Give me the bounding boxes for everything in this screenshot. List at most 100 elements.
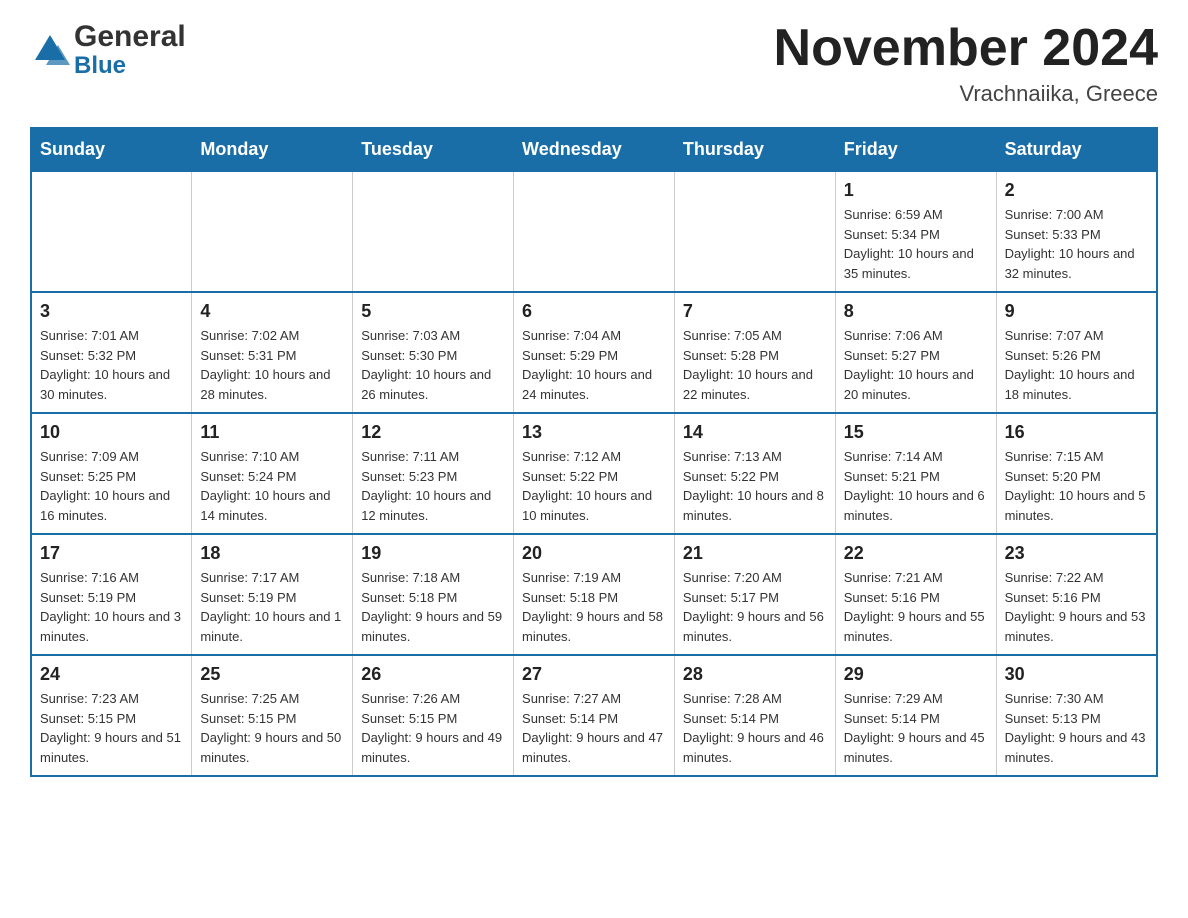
calendar-cell: 26 Sunrise: 7:26 AMSunset: 5:15 PMDayligh… bbox=[353, 655, 514, 776]
calendar-cell: 11Sunrise: 7:10 AMSunset: 5:24 PMDayligh… bbox=[192, 413, 353, 534]
calendar-cell: 16Sunrise: 7:15 AMSunset: 5:20 PMDayligh… bbox=[996, 413, 1157, 534]
day-number: 8 bbox=[844, 301, 988, 322]
day-info: Sunrise: 7:19 AMSunset: 5:18 PMDaylight:… bbox=[522, 568, 666, 646]
calendar-cell bbox=[514, 171, 675, 292]
day-info: Sunrise: 7:29 AMSunset: 5:14 PMDaylight:… bbox=[844, 689, 988, 767]
calendar-cell: 9 Sunrise: 7:07 AMSunset: 5:26 PMDaylight… bbox=[996, 292, 1157, 413]
calendar-cell bbox=[353, 171, 514, 292]
day-info: Sunrise: 7:01 AMSunset: 5:32 PMDaylight:… bbox=[40, 326, 183, 404]
day-info: Sunrise: 7:30 AMSunset: 5:13 PMDaylight:… bbox=[1005, 689, 1148, 767]
day-number: 2 bbox=[1005, 180, 1148, 201]
day-info: Sunrise: 7:04 AMSunset: 5:29 PMDaylight:… bbox=[522, 326, 666, 404]
calendar-cell: 7Sunrise: 7:05 AMSunset: 5:28 PMDaylight… bbox=[674, 292, 835, 413]
calendar-header-row: SundayMondayTuesdayWednesdayThursdayFrid… bbox=[31, 128, 1157, 171]
day-number: 19 bbox=[361, 543, 505, 564]
day-info: Sunrise: 7:21 AMSunset: 5:16 PMDaylight:… bbox=[844, 568, 988, 646]
day-info: Sunrise: 7:27 AMSunset: 5:14 PMDaylight:… bbox=[522, 689, 666, 767]
logo-general-text: General bbox=[74, 20, 186, 53]
calendar-day-header: Friday bbox=[835, 128, 996, 171]
logo: General Blue bbox=[30, 20, 186, 79]
day-info: Sunrise: 7:12 AMSunset: 5:22 PMDaylight:… bbox=[522, 447, 666, 525]
day-info: Sunrise: 7:22 AMSunset: 5:16 PMDaylight:… bbox=[1005, 568, 1148, 646]
day-number: 15 bbox=[844, 422, 988, 443]
day-info: Sunrise: 7:09 AMSunset: 5:25 PMDaylight:… bbox=[40, 447, 183, 525]
calendar-cell: 6Sunrise: 7:04 AMSunset: 5:29 PMDaylight… bbox=[514, 292, 675, 413]
calendar-week-row: 1Sunrise: 6:59 AMSunset: 5:34 PMDaylight… bbox=[31, 171, 1157, 292]
day-info: Sunrise: 7:18 AMSunset: 5:18 PMDaylight:… bbox=[361, 568, 505, 646]
day-info: Sunrise: 7:20 AMSunset: 5:17 PMDaylight:… bbox=[683, 568, 827, 646]
day-number: 10 bbox=[40, 422, 183, 443]
calendar-cell: 8 Sunrise: 7:06 AMSunset: 5:27 PMDaylight… bbox=[835, 292, 996, 413]
calendar-cell: 3 Sunrise: 7:01 AMSunset: 5:32 PMDaylight… bbox=[31, 292, 192, 413]
day-number: 20 bbox=[522, 543, 666, 564]
calendar-cell: 21 Sunrise: 7:20 AMSunset: 5:17 PMDayligh… bbox=[674, 534, 835, 655]
day-number: 24 bbox=[40, 664, 183, 685]
calendar-cell bbox=[31, 171, 192, 292]
page-header: General Blue November 2024 Vrachnaiika, … bbox=[30, 20, 1158, 107]
calendar-cell: 2 Sunrise: 7:00 AMSunset: 5:33 PMDaylight… bbox=[996, 171, 1157, 292]
calendar-cell: 28 Sunrise: 7:28 AMSunset: 5:14 PMDayligh… bbox=[674, 655, 835, 776]
day-number: 30 bbox=[1005, 664, 1148, 685]
calendar-cell: 5Sunrise: 7:03 AMSunset: 5:30 PMDaylight… bbox=[353, 292, 514, 413]
calendar-day-header: Sunday bbox=[31, 128, 192, 171]
calendar-cell: 24 Sunrise: 7:23 AMSunset: 5:15 PMDayligh… bbox=[31, 655, 192, 776]
calendar-cell bbox=[192, 171, 353, 292]
logo-icon bbox=[30, 30, 70, 70]
location: Vrachnaiika, Greece bbox=[774, 81, 1158, 107]
calendar-cell: 15 Sunrise: 7:14 AMSunset: 5:21 PMDayligh… bbox=[835, 413, 996, 534]
day-number: 9 bbox=[1005, 301, 1148, 322]
title-section: November 2024 Vrachnaiika, Greece bbox=[774, 20, 1158, 107]
calendar-cell: 27 Sunrise: 7:27 AMSunset: 5:14 PMDayligh… bbox=[514, 655, 675, 776]
calendar-cell: 10 Sunrise: 7:09 AMSunset: 5:25 PMDayligh… bbox=[31, 413, 192, 534]
calendar-cell: 25Sunrise: 7:25 AMSunset: 5:15 PMDayligh… bbox=[192, 655, 353, 776]
day-info: Sunrise: 7:07 AMSunset: 5:26 PMDaylight:… bbox=[1005, 326, 1148, 404]
calendar-day-header: Tuesday bbox=[353, 128, 514, 171]
day-number: 22 bbox=[844, 543, 988, 564]
day-number: 17 bbox=[40, 543, 183, 564]
calendar-cell: 23 Sunrise: 7:22 AMSunset: 5:16 PMDayligh… bbox=[996, 534, 1157, 655]
day-info: Sunrise: 7:06 AMSunset: 5:27 PMDaylight:… bbox=[844, 326, 988, 404]
calendar-cell: 30 Sunrise: 7:30 AMSunset: 5:13 PMDayligh… bbox=[996, 655, 1157, 776]
day-number: 28 bbox=[683, 664, 827, 685]
day-number: 23 bbox=[1005, 543, 1148, 564]
day-number: 11 bbox=[200, 422, 344, 443]
calendar-day-header: Monday bbox=[192, 128, 353, 171]
day-number: 4 bbox=[200, 301, 344, 322]
day-number: 21 bbox=[683, 543, 827, 564]
calendar-cell: 17 Sunrise: 7:16 AMSunset: 5:19 PMDayligh… bbox=[31, 534, 192, 655]
calendar-cell: 18 Sunrise: 7:17 AMSunset: 5:19 PMDayligh… bbox=[192, 534, 353, 655]
calendar-week-row: 10 Sunrise: 7:09 AMSunset: 5:25 PMDayligh… bbox=[31, 413, 1157, 534]
day-number: 26 bbox=[361, 664, 505, 685]
day-info: Sunrise: 7:00 AMSunset: 5:33 PMDaylight:… bbox=[1005, 205, 1148, 283]
day-info: Sunrise: 7:17 AMSunset: 5:19 PMDaylight:… bbox=[200, 568, 344, 646]
logo-blue-text: Blue bbox=[74, 53, 186, 79]
day-info: Sunrise: 7:15 AMSunset: 5:20 PMDaylight:… bbox=[1005, 447, 1148, 525]
day-info: Sunrise: 7:14 AMSunset: 5:21 PMDaylight:… bbox=[844, 447, 988, 525]
day-number: 3 bbox=[40, 301, 183, 322]
day-number: 29 bbox=[844, 664, 988, 685]
calendar-cell bbox=[674, 171, 835, 292]
month-title: November 2024 bbox=[774, 20, 1158, 77]
calendar-cell: 4 Sunrise: 7:02 AMSunset: 5:31 PMDaylight… bbox=[192, 292, 353, 413]
calendar-cell: 13Sunrise: 7:12 AMSunset: 5:22 PMDayligh… bbox=[514, 413, 675, 534]
day-number: 18 bbox=[200, 543, 344, 564]
day-info: Sunrise: 7:03 AMSunset: 5:30 PMDaylight:… bbox=[361, 326, 505, 404]
calendar-day-header: Thursday bbox=[674, 128, 835, 171]
day-info: Sunrise: 7:26 AMSunset: 5:15 PMDaylight:… bbox=[361, 689, 505, 767]
day-info: Sunrise: 7:16 AMSunset: 5:19 PMDaylight:… bbox=[40, 568, 183, 646]
day-number: 25 bbox=[200, 664, 344, 685]
calendar-cell: 22 Sunrise: 7:21 AMSunset: 5:16 PMDayligh… bbox=[835, 534, 996, 655]
calendar-cell: 1Sunrise: 6:59 AMSunset: 5:34 PMDaylight… bbox=[835, 171, 996, 292]
calendar-table: SundayMondayTuesdayWednesdayThursdayFrid… bbox=[30, 127, 1158, 777]
day-info: Sunrise: 7:28 AMSunset: 5:14 PMDaylight:… bbox=[683, 689, 827, 767]
day-number: 14 bbox=[683, 422, 827, 443]
calendar-cell: 14Sunrise: 7:13 AMSunset: 5:22 PMDayligh… bbox=[674, 413, 835, 534]
day-info: Sunrise: 7:11 AMSunset: 5:23 PMDaylight:… bbox=[361, 447, 505, 525]
calendar-week-row: 17 Sunrise: 7:16 AMSunset: 5:19 PMDayligh… bbox=[31, 534, 1157, 655]
day-info: Sunrise: 7:23 AMSunset: 5:15 PMDaylight:… bbox=[40, 689, 183, 767]
calendar-cell: 29 Sunrise: 7:29 AMSunset: 5:14 PMDayligh… bbox=[835, 655, 996, 776]
day-number: 27 bbox=[522, 664, 666, 685]
day-info: Sunrise: 7:02 AMSunset: 5:31 PMDaylight:… bbox=[200, 326, 344, 404]
calendar-day-header: Wednesday bbox=[514, 128, 675, 171]
calendar-week-row: 3 Sunrise: 7:01 AMSunset: 5:32 PMDaylight… bbox=[31, 292, 1157, 413]
